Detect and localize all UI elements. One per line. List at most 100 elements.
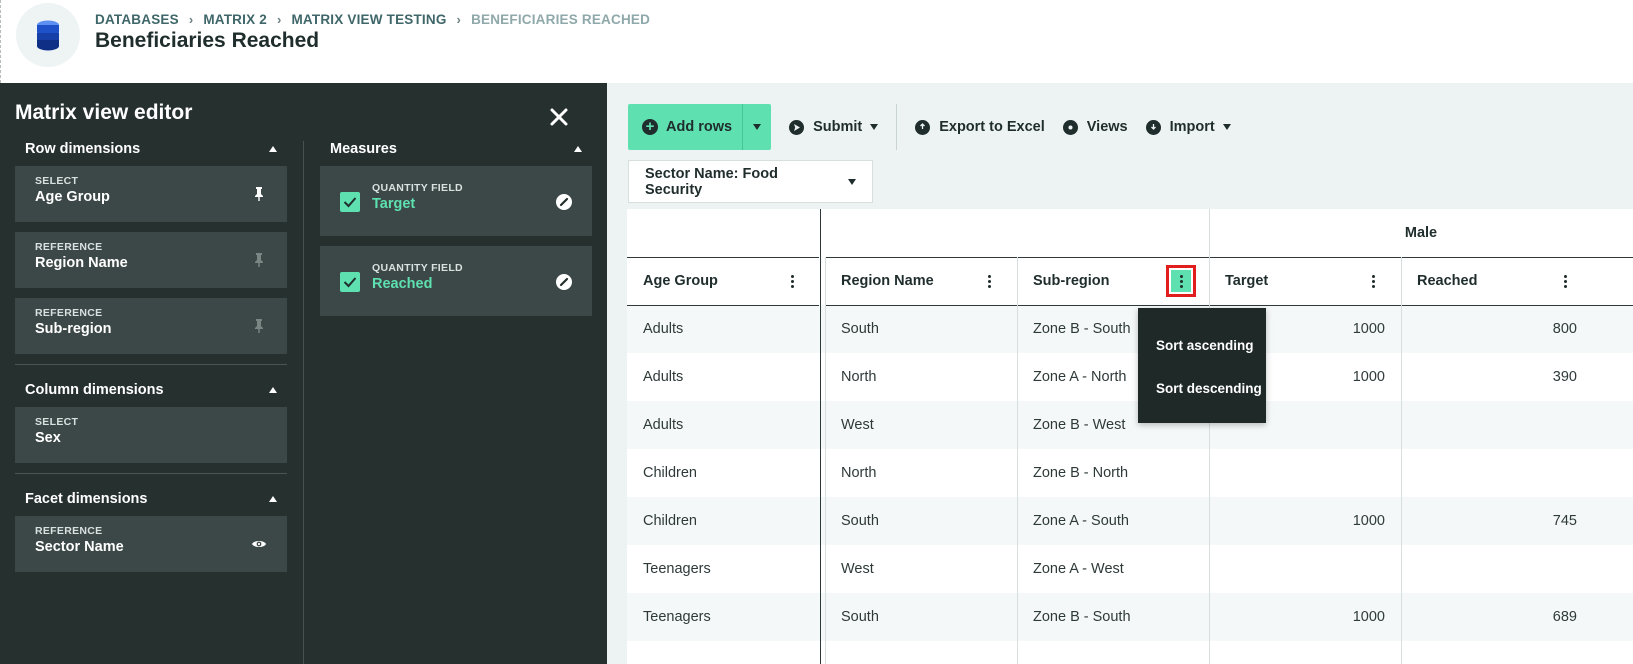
views-label: Views — [1086, 119, 1128, 135]
cell-target[interactable]: 1000 — [1225, 497, 1385, 545]
column-dimensions-header[interactable]: Column dimensions — [15, 379, 287, 401]
cell-reached[interactable]: 390 — [1417, 353, 1577, 401]
cell-region-name[interactable]: South — [841, 305, 879, 353]
chevron-right-icon: › — [188, 12, 194, 27]
collapse-icon[interactable] — [269, 387, 277, 393]
pin-icon[interactable] — [251, 252, 267, 268]
cell-age-group[interactable]: Teenagers — [643, 593, 711, 641]
cell-sub-region[interactable]: Zone A - West — [1033, 545, 1124, 593]
add-rows-dropdown[interactable] — [742, 104, 771, 150]
caret-down-icon — [753, 124, 762, 130]
measure-checkbox[interactable] — [340, 272, 360, 292]
cell-reached[interactable] — [1417, 449, 1577, 497]
dimension-card-sex[interactable]: SELECT Sex — [15, 407, 287, 463]
matrix-table: Male Age Group Region Name Sub-region Ta… — [627, 209, 1633, 664]
cell-region-name[interactable]: North — [841, 449, 876, 497]
chevron-right-icon: › — [456, 12, 462, 27]
export-excel-button[interactable]: Export to Excel — [915, 119, 1045, 135]
cell-age-group[interactable]: Adults — [643, 401, 683, 449]
cell-reached[interactable] — [1417, 545, 1577, 593]
cell-sub-region[interactable]: Zone A - South — [1033, 497, 1129, 545]
facet-filter-select[interactable]: Sector Name: Food Security — [628, 160, 873, 203]
column-menu-reached[interactable] — [1557, 271, 1573, 291]
submit-button[interactable]: Submit — [789, 119, 879, 135]
sort-ascending-option[interactable]: Sort ascending — [1156, 338, 1254, 353]
breadcrumb-form[interactable]: MATRIX VIEW TESTING — [291, 12, 446, 27]
divider — [15, 473, 287, 474]
dimension-card-sub-region[interactable]: REFERENCE Sub-region — [15, 298, 287, 354]
add-rows-button[interactable]: + Add rows — [628, 104, 742, 150]
breadcrumb-databases[interactable]: DATABASES — [95, 12, 179, 27]
pin-icon[interactable] — [251, 186, 267, 202]
dimension-label: Region Name — [35, 255, 128, 271]
cell-sub-region[interactable]: Zone B - South — [1033, 305, 1131, 353]
measures-header[interactable]: Measures — [320, 138, 592, 160]
chevron-right-icon: › — [276, 12, 282, 27]
dimension-label: Sector Name — [35, 539, 124, 555]
pencil-icon[interactable] — [556, 194, 572, 210]
cell-region-name[interactable]: South — [841, 593, 879, 641]
divider — [15, 364, 287, 365]
measure-card-target[interactable]: QUANTITY FIELD Target — [320, 166, 592, 236]
cell-region-name[interactable]: North — [841, 353, 876, 401]
cell-region-name[interactable]: West — [841, 401, 874, 449]
measure-type: QUANTITY FIELD — [372, 182, 463, 194]
row-dimensions-label: Row dimensions — [25, 141, 141, 157]
cell-region-name[interactable]: West — [841, 545, 874, 593]
left-border — [0, 0, 1, 83]
column-menu-age-group[interactable] — [784, 271, 800, 291]
cell-age-group[interactable]: Children — [643, 449, 697, 497]
cell-age-group[interactable]: Adults — [643, 353, 683, 401]
column-menu-sub-region[interactable] — [1166, 265, 1196, 297]
column-group-male: Male — [1404, 225, 1438, 241]
cell-age-group[interactable]: Adults — [643, 305, 683, 353]
cell-target[interactable] — [1225, 449, 1385, 497]
column-header-region-name: Region Name — [841, 273, 934, 289]
cell-reached[interactable] — [1417, 401, 1577, 449]
collapse-icon[interactable] — [269, 146, 277, 152]
dimension-type: SELECT — [35, 416, 79, 428]
views-button[interactable]: Views — [1062, 119, 1128, 135]
cell-age-group[interactable]: Teenagers — [643, 545, 711, 593]
caret-down-icon — [870, 124, 879, 130]
send-icon — [789, 119, 805, 135]
cell-reached[interactable]: 689 — [1417, 593, 1577, 641]
breadcrumb-database[interactable]: MATRIX 2 — [203, 12, 267, 27]
measures-label: Measures — [330, 141, 397, 157]
facet-dimensions-header[interactable]: Facet dimensions — [15, 488, 287, 510]
cell-region-name[interactable]: South — [841, 497, 879, 545]
dimension-card-region-name[interactable]: REFERENCE Region Name — [15, 232, 287, 288]
cell-sub-region[interactable]: Zone B - West — [1033, 401, 1125, 449]
collapse-icon[interactable] — [269, 496, 277, 502]
cell-sub-region[interactable]: Zone A - North — [1033, 353, 1127, 401]
column-header-target: Target — [1225, 273, 1269, 289]
toolbar: + Add rows Submit Export to Excel Views … — [628, 104, 1231, 150]
row-dimensions-header[interactable]: Row dimensions — [15, 138, 287, 160]
eye-icon[interactable] — [251, 536, 267, 552]
pencil-icon[interactable] — [556, 274, 572, 290]
column-menu-target[interactable] — [1365, 271, 1381, 291]
dimension-card-sector-name[interactable]: REFERENCE Sector Name — [15, 516, 287, 572]
measure-checkbox[interactable] — [340, 192, 360, 212]
page-title: Beneficiaries Reached — [95, 29, 320, 52]
cell-target[interactable] — [1225, 545, 1385, 593]
column-menu-region-name[interactable] — [981, 271, 997, 291]
dimension-card-age-group[interactable]: SELECT Age Group — [15, 166, 287, 222]
close-icon[interactable] — [547, 105, 571, 129]
plus-icon: + — [642, 119, 658, 135]
sort-descending-option[interactable]: Sort descending — [1156, 381, 1262, 396]
import-icon — [1145, 119, 1161, 135]
column-dimensions-label: Column dimensions — [25, 382, 164, 398]
cell-reached[interactable]: 800 — [1417, 305, 1577, 353]
collapse-icon[interactable] — [574, 146, 582, 152]
export-icon — [915, 119, 931, 135]
cell-age-group[interactable]: Children — [643, 497, 697, 545]
import-button[interactable]: Import — [1145, 119, 1231, 135]
pin-icon[interactable] — [251, 318, 267, 334]
measure-card-reached[interactable]: QUANTITY FIELD Reached — [320, 246, 592, 316]
cell-sub-region[interactable]: Zone B - North — [1033, 449, 1128, 497]
cell-sub-region[interactable]: Zone B - South — [1033, 593, 1131, 641]
cell-reached[interactable]: 745 — [1417, 497, 1577, 545]
dimension-type: SELECT — [35, 175, 79, 187]
cell-target[interactable]: 1000 — [1225, 593, 1385, 641]
